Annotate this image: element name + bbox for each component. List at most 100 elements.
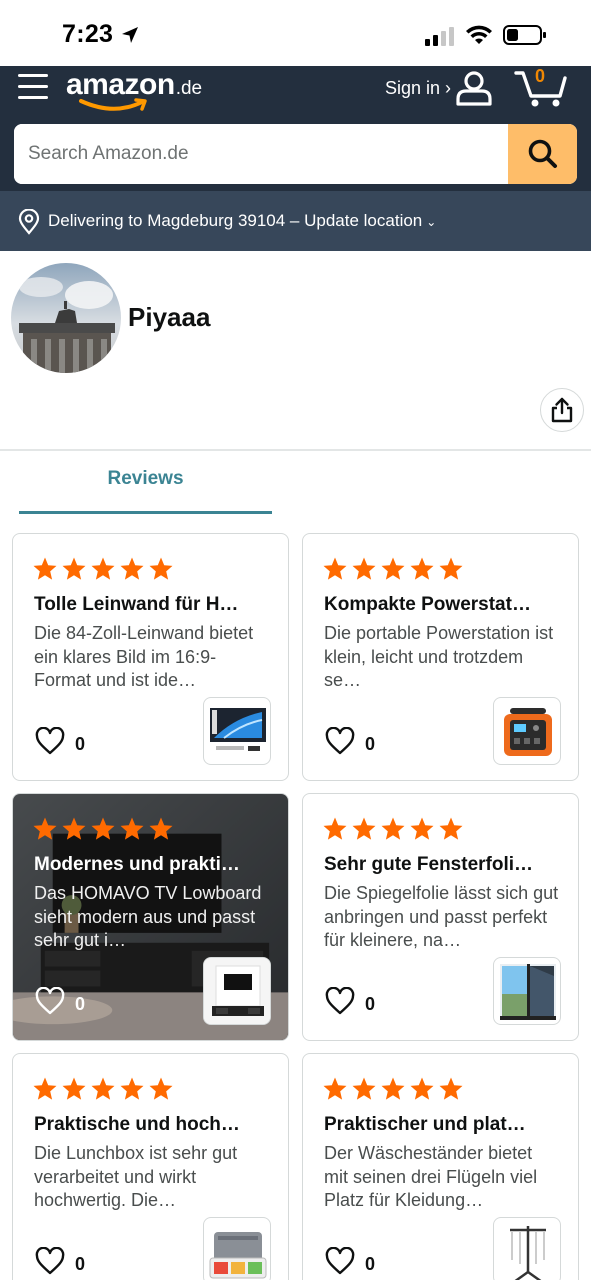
search-input[interactable] xyxy=(14,124,508,184)
star-icon xyxy=(439,557,463,580)
amazon-smile-icon xyxy=(79,98,147,111)
like-count: 0 xyxy=(75,994,86,1014)
heart-icon[interactable] xyxy=(35,727,65,755)
star-icon xyxy=(381,817,405,840)
review-card[interactable]: Praktische und hoch… Die Lunchbox ist se… xyxy=(12,1053,289,1280)
review-card[interactable]: Sehr gute Fensterfoli… Die Spiegelfolie … xyxy=(302,793,579,1041)
status-time: 7:23 xyxy=(62,20,114,48)
review-card[interactable]: Modernes und prakti… Das HOMAVO TV Lowbo… xyxy=(12,793,289,1041)
product-thumbnail[interactable] xyxy=(493,697,561,765)
review-title: Praktischer und plat… xyxy=(324,1114,526,1135)
like-count: 0 xyxy=(365,994,376,1014)
star-icon xyxy=(120,1077,144,1100)
user-icon[interactable] xyxy=(455,70,493,106)
review-title: Tolle Leinwand für H… xyxy=(34,594,239,615)
search-icon xyxy=(528,139,557,168)
star-icon xyxy=(120,557,144,580)
window-film-image xyxy=(500,964,556,1020)
star-icon xyxy=(91,817,115,840)
lunchbox-image xyxy=(209,1232,267,1279)
star-rating xyxy=(32,816,174,842)
avatar[interactable] xyxy=(11,263,121,373)
review-excerpt: Die 84-Zoll-Leinwand bietet ein klares B… xyxy=(34,623,254,690)
profile-name: Piyaaa xyxy=(128,302,211,332)
review-excerpt: Die Lunchbox ist sehr gut verarbeitet un… xyxy=(34,1143,238,1210)
review-title: Kompakte Powerstat… xyxy=(324,594,531,615)
cellular-signal-icon xyxy=(425,27,454,46)
star-icon xyxy=(33,1077,57,1100)
star-icon xyxy=(323,557,347,580)
chevron-down-icon: ⌄ xyxy=(426,214,437,229)
star-icon xyxy=(352,1077,376,1100)
product-thumbnail[interactable] xyxy=(203,957,271,1025)
review-excerpt: Das HOMAVO TV Lowboard sieht modern aus … xyxy=(34,883,262,950)
like-count: 0 xyxy=(365,734,376,754)
review-card[interactable]: Kompakte Powerstat… Die portable Powerst… xyxy=(302,533,579,781)
star-rating xyxy=(32,556,174,582)
like-count: 0 xyxy=(365,1254,376,1274)
review-card[interactable]: Tolle Leinwand für H… Die 84-Zoll-Leinwa… xyxy=(12,533,289,781)
review-card[interactable]: Praktischer und plat… Der Wäscheständer … xyxy=(302,1053,579,1280)
drying-rack-image xyxy=(510,1226,546,1280)
star-icon xyxy=(149,817,173,840)
star-icon xyxy=(33,557,57,580)
star-icon xyxy=(91,557,115,580)
location-pin-icon xyxy=(18,209,40,235)
delivery-location-bar[interactable]: Delivering to Magdeburg 39104 – Update l… xyxy=(0,191,591,251)
heart-icon[interactable] xyxy=(325,1247,355,1275)
heart-icon[interactable] xyxy=(35,987,65,1015)
star-icon xyxy=(62,557,86,580)
review-excerpt: Die Spiegelfolie lässt sich gut anbringe… xyxy=(324,883,559,950)
star-icon xyxy=(381,557,405,580)
star-icon xyxy=(149,557,173,580)
search-bar xyxy=(14,124,577,184)
star-rating xyxy=(322,1076,464,1102)
like-count: 0 xyxy=(75,734,86,754)
share-button[interactable] xyxy=(540,388,584,432)
review-excerpt: Die portable Powerstation ist klein, lei… xyxy=(324,623,554,690)
review-title: Praktische und hoch… xyxy=(34,1114,240,1135)
star-icon xyxy=(410,1077,434,1100)
star-icon xyxy=(439,817,463,840)
star-rating xyxy=(32,1076,174,1102)
delivery-location-text[interactable]: Delivering to Magdeburg 39104 – Update l… xyxy=(48,211,436,231)
tab-reviews[interactable]: Reviews xyxy=(19,468,272,514)
star-icon xyxy=(323,817,347,840)
battery-icon xyxy=(503,25,546,45)
product-thumbnail[interactable] xyxy=(203,697,271,765)
star-icon xyxy=(91,1077,115,1100)
location-arrow-icon xyxy=(122,27,138,43)
brandenburg-gate-avatar-image xyxy=(11,263,121,373)
share-icon xyxy=(551,397,573,423)
heart-icon[interactable] xyxy=(35,1247,65,1275)
search-button[interactable] xyxy=(508,124,577,184)
tv-lowboard-image xyxy=(204,958,270,1024)
power-station-image xyxy=(504,708,552,756)
heart-icon[interactable] xyxy=(325,727,355,755)
logo-brand: amazon xyxy=(66,68,175,101)
review-title: Sehr gute Fensterfoli… xyxy=(324,854,534,875)
review-excerpt: Der Wäscheständer bietet mit seinen drei… xyxy=(324,1143,538,1210)
wifi-icon xyxy=(466,25,492,44)
star-icon xyxy=(352,557,376,580)
tab-active-indicator xyxy=(19,511,272,514)
star-rating xyxy=(322,556,464,582)
heart-icon[interactable] xyxy=(325,987,355,1015)
status-bar: 7:23 xyxy=(0,0,591,66)
star-icon xyxy=(62,1077,86,1100)
product-thumbnail[interactable] xyxy=(493,1217,561,1280)
hamburger-menu-icon[interactable] xyxy=(18,74,48,102)
cart-count: 0 xyxy=(535,66,546,86)
sign-in-link[interactable]: Sign in › xyxy=(385,78,451,99)
star-icon xyxy=(33,817,57,840)
star-icon xyxy=(439,1077,463,1100)
product-thumbnail[interactable] xyxy=(493,957,561,1025)
star-icon xyxy=(381,1077,405,1100)
logo-tld: .de xyxy=(175,78,203,99)
star-icon xyxy=(120,817,144,840)
star-icon xyxy=(352,817,376,840)
amazon-logo[interactable]: amazon.de xyxy=(66,68,202,112)
star-icon xyxy=(323,1077,347,1100)
product-thumbnail[interactable] xyxy=(203,1217,271,1280)
star-rating xyxy=(322,816,464,842)
